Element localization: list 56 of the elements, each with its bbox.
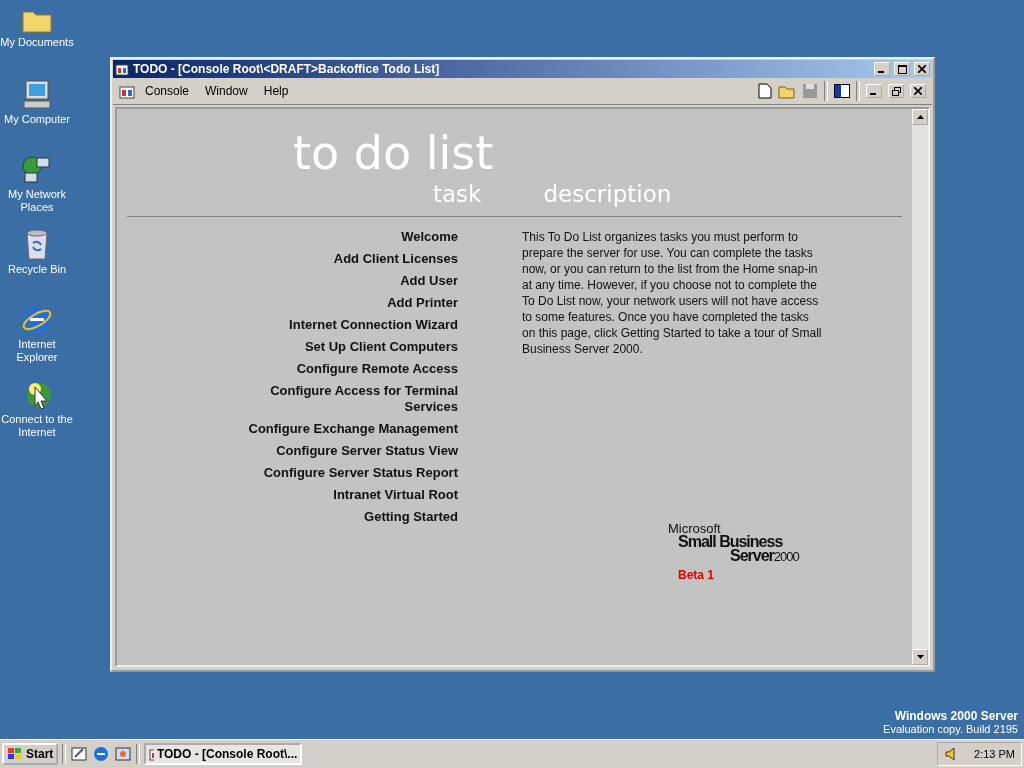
- up-arrow-icon: [916, 115, 924, 119]
- task-link[interactable]: Configure Exchange Management: [248, 421, 458, 437]
- scroll-down-button[interactable]: [912, 649, 928, 665]
- os-edition-text: Windows 2000 Server: [893, 709, 1018, 723]
- taskbar-task-button[interactable]: TODO - [Console Root\...: [144, 743, 303, 765]
- computer-icon: [21, 79, 53, 111]
- maximize-icon: [897, 64, 907, 74]
- build-text: Evaluation copy. Build 2195: [883, 723, 1018, 735]
- desktop-icon-label[interactable]: Connect to the Internet: [0, 413, 74, 439]
- task-link[interactable]: Add Client Licenses: [333, 251, 458, 267]
- clock: 2:13 PM: [974, 748, 1015, 760]
- column-header: task: [433, 181, 482, 207]
- desktop-icon-label[interactable]: My Computer: [4, 113, 70, 126]
- task-link[interactable]: Add User: [400, 273, 458, 289]
- maximize-button[interactable]: [894, 62, 910, 76]
- product-logo: Microsoft Small Business Server2000 Beta 1: [668, 523, 801, 582]
- minimize-button[interactable]: [866, 84, 882, 98]
- task-link[interactable]: Set Up Client Computers: [304, 339, 458, 355]
- task-link[interactable]: Getting Started: [364, 509, 458, 525]
- close-button[interactable]: [910, 84, 926, 98]
- menu-item[interactable]: Window: [199, 84, 254, 98]
- task-link[interactable]: Intranet Virtual Root: [333, 487, 458, 503]
- menu-item[interactable]: Console: [139, 84, 196, 98]
- window-title: TODO - [Console Root\<DRAFT>Backoffice Todo List]: [133, 62, 441, 76]
- task-link[interactable]: Internet Connection Wizard: [289, 317, 458, 333]
- column-header: description: [543, 181, 672, 207]
- desktop-shortcut-icon[interactable]: [70, 745, 89, 763]
- down-arrow-icon: [916, 655, 924, 659]
- close-icon: [914, 87, 922, 95]
- task-link[interactable]: Add Printer: [387, 295, 458, 311]
- description-text: This To Do List organizes tasks you must perform to prepare the server for use. You can complete the tasks now, or you can return to the list from the Home snap-in at any time. However, if you choose not to complete the To Do List now, your network users will not have access to some features. Once you have completed the tasks on this page, click Getting Started to take a tour of Small Business Server 2000.: [522, 229, 822, 357]
- restore-button[interactable]: [888, 84, 904, 98]
- windows-flag-icon: [7, 747, 23, 761]
- new-document-icon[interactable]: [758, 83, 772, 99]
- desktop-icon-label[interactable]: My Network Places: [0, 188, 74, 214]
- start-button[interactable]: Start: [2, 743, 59, 765]
- channels-icon[interactable]: [114, 745, 133, 763]
- recycle-bin-icon: [23, 229, 51, 261]
- desktop-icon-label[interactable]: Recycle Bin: [7, 263, 67, 276]
- scroll-up-button[interactable]: [912, 109, 928, 125]
- close-button[interactable]: [914, 62, 930, 76]
- minimize-button[interactable]: [874, 62, 890, 76]
- task-link[interactable]: Welcome: [401, 229, 458, 245]
- page-heading: to do list: [293, 127, 495, 179]
- task-link[interactable]: Configure Server Status Report: [263, 465, 458, 481]
- menu-item[interactable]: Help: [257, 84, 295, 98]
- desktop-icon-label[interactable]: Internet Explorer: [0, 338, 74, 364]
- close-icon: [918, 65, 926, 73]
- desktop-icon-label[interactable]: My Documents: [0, 36, 74, 49]
- restore-icon: [891, 86, 901, 96]
- task-link[interactable]: Configure Remote Access: [296, 361, 458, 377]
- task-link[interactable]: Configure Access for Terminal Services: [228, 383, 458, 415]
- scrollbar[interactable]: [912, 109, 928, 665]
- network-icon: [21, 154, 53, 186]
- task-link[interactable]: Configure Server Status View: [276, 443, 458, 459]
- panel-icon[interactable]: [834, 84, 850, 98]
